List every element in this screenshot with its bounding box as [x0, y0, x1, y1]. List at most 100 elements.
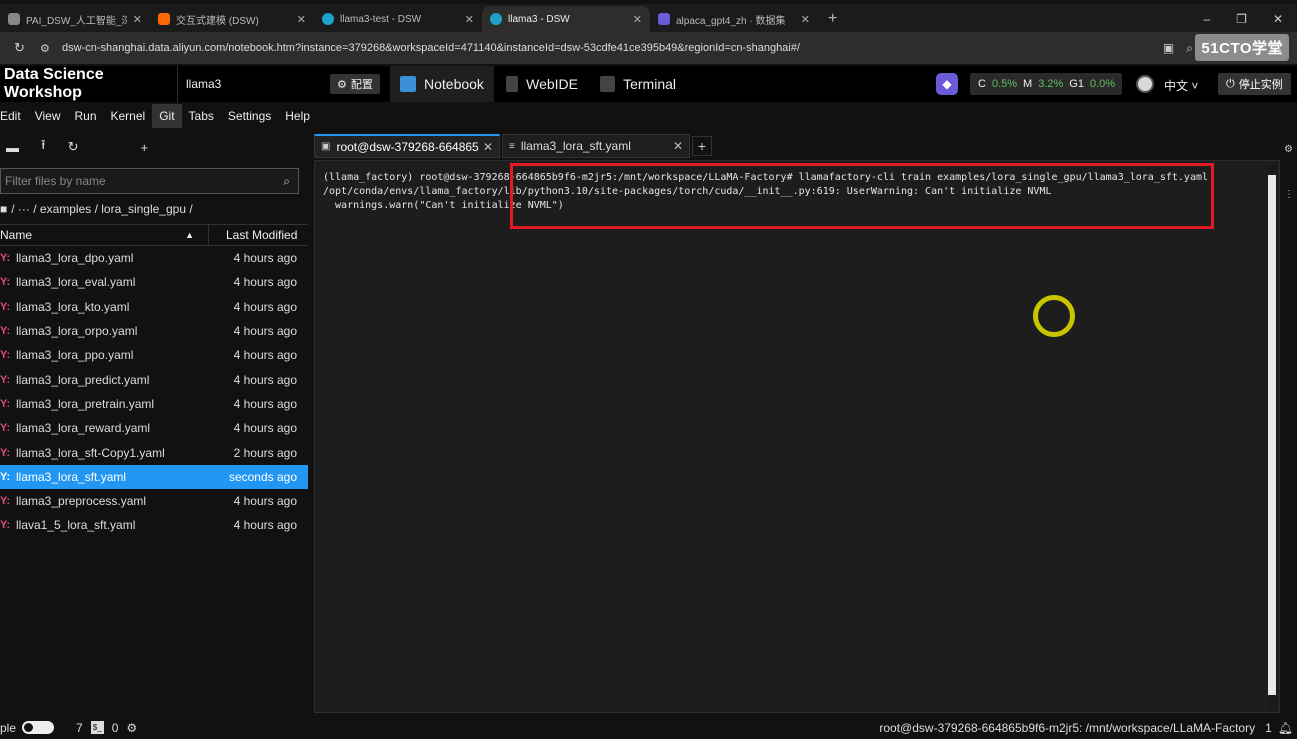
tab-favicon-icon: [158, 13, 170, 25]
tab-terminal-session[interactable]: ▣ root@dsw-379268-664865b9 ✕: [314, 134, 500, 158]
tab-notebook[interactable]: Notebook: [390, 66, 494, 102]
file-modified: 4 hours ago: [233, 518, 297, 533]
file-modified: 4 hours ago: [233, 275, 297, 290]
restore-icon[interactable]: ❐: [1236, 12, 1247, 26]
scrollbar-thumb[interactable]: [1268, 175, 1276, 695]
close-icon[interactable]: ✕: [801, 13, 810, 26]
config-label: 配置: [350, 79, 373, 91]
new-folder-icon[interactable]: ▬: [6, 140, 19, 155]
menu-view[interactable]: View: [28, 104, 68, 128]
add-tab-button[interactable]: +: [692, 136, 712, 156]
kernel-count: 7: [76, 720, 83, 735]
close-icon[interactable]: ✕: [483, 140, 493, 154]
column-name[interactable]: Name ▲: [0, 224, 209, 246]
file-modified: 4 hours ago: [233, 396, 297, 411]
stop-instance-button[interactable]: ⏻ 停止实例: [1218, 73, 1291, 95]
notebook-icon: [400, 76, 416, 92]
property-inspector-icon[interactable]: ⚙: [1284, 144, 1297, 155]
folder-icon: ■: [0, 202, 8, 216]
reload-icon[interactable]: ↻: [14, 40, 34, 56]
instance-name: llama3: [186, 77, 222, 91]
close-icon[interactable]: ✕: [133, 13, 142, 26]
clipboard-icon[interactable]: ▣: [1163, 41, 1174, 56]
terminal-output[interactable]: (llama_factory) root@dsw-379268-664865b9…: [314, 160, 1280, 713]
dsw-header: Data Science Workshop llama3 ⚙ 配置 Notebo…: [0, 66, 1297, 102]
refresh-icon[interactable]: ↻: [68, 139, 79, 155]
cpu-label: C: [978, 78, 986, 90]
file-row[interactable]: Y: llama3_lora_kto.yaml 4 hours ago: [0, 295, 308, 319]
close-icon[interactable]: ✕: [633, 13, 642, 26]
menu-help[interactable]: Help: [278, 104, 317, 128]
close-window-icon[interactable]: ✕: [1273, 12, 1283, 26]
file-row[interactable]: Y: llama3_lora_ppo.yaml 4 hours ago: [0, 343, 308, 367]
browser-tab[interactable]: PAI_DSW_人工智能_深度学习_ ✕: [0, 6, 150, 32]
file-name: llama3_lora_eval.yaml: [16, 275, 136, 290]
browser-tab[interactable]: alpaca_gpt4_zh · 数据集 ✕: [650, 6, 818, 32]
breadcrumb[interactable]: ■ / ··· / examples / lora_single_gpu /: [0, 194, 308, 224]
column-modified[interactable]: Last Modified: [209, 228, 297, 242]
browser-tab-active[interactable]: llama3 - DSW ✕: [482, 6, 650, 32]
file-row[interactable]: Y: llama3_lora_pretrain.yaml 4 hours ago: [0, 392, 308, 416]
browser-tab[interactable]: llama3-test - DSW ✕: [314, 6, 482, 32]
file-name: llama3_preprocess.yaml: [16, 494, 147, 509]
menu-tabs[interactable]: Tabs: [182, 104, 221, 128]
yaml-file-icon: Y:: [0, 495, 11, 508]
file-toolbar: ▬ ⭱ ↻ +: [0, 130, 308, 164]
resource-usage: C 0.5% M 3.2% G1 0.0%: [970, 73, 1122, 95]
gpu-value: 0.0%: [1089, 78, 1116, 90]
gear-icon[interactable]: ⚙: [126, 721, 137, 735]
menu-kernel[interactable]: Kernel: [104, 104, 153, 128]
new-launcher-icon[interactable]: +: [140, 140, 148, 155]
menu-edit[interactable]: Edit: [0, 104, 28, 128]
file-row[interactable]: Y: llama3_lora_dpo.yaml 4 hours ago: [0, 246, 308, 270]
new-tab-button[interactable]: +: [818, 10, 847, 32]
minimize-icon[interactable]: –: [1203, 12, 1210, 26]
file-row[interactable]: Y: llava1_5_lora_sft.yaml 4 hours ago: [0, 513, 308, 537]
menu-run[interactable]: Run: [67, 104, 103, 128]
upload-icon[interactable]: ⭱: [41, 136, 46, 158]
file-row[interactable]: Y: llama3_lora_sft.yaml seconds ago: [0, 464, 308, 489]
bell-icon[interactable]: 🔔︎: [1278, 721, 1297, 735]
tab-yaml-file[interactable]: ≡ llama3_lora_sft.yaml ✕: [502, 134, 690, 158]
close-icon[interactable]: ✕: [297, 13, 306, 26]
gpu-label: G1: [1069, 78, 1084, 90]
file-row[interactable]: Y: llama3_preprocess.yaml 4 hours ago: [0, 489, 308, 513]
mem-label: M: [1023, 78, 1033, 90]
window-controls: – ❐ ✕: [1189, 12, 1297, 32]
zoom-icon[interactable]: ⌕: [1186, 41, 1193, 56]
file-modified: 4 hours ago: [233, 251, 297, 266]
debugger-icon[interactable]: ⋮: [1284, 189, 1297, 200]
file-name: llama3_lora_dpo.yaml: [16, 251, 134, 266]
simple-mode-toggle[interactable]: [22, 721, 55, 734]
tab-notebook-label: Notebook: [424, 76, 484, 92]
assistant-icon[interactable]: ◆: [936, 73, 958, 95]
close-icon[interactable]: ✕: [673, 139, 683, 153]
site-info-icon[interactable]: ⚙: [40, 42, 62, 55]
scrollbar[interactable]: [1267, 163, 1277, 711]
file-row[interactable]: Y: llama3_lora_predict.yaml 4 hours ago: [0, 367, 308, 391]
close-icon[interactable]: ✕: [465, 13, 474, 26]
yaml-file-icon: Y:: [0, 252, 11, 265]
yaml-file-icon: Y:: [0, 325, 11, 338]
yaml-file-icon: Y:: [0, 470, 11, 483]
url-field[interactable]: dsw-cn-shanghai.data.aliyun.com/notebook…: [62, 42, 800, 54]
file-row[interactable]: Y: llama3_lora_sft-Copy1.yaml 2 hours ago: [0, 440, 308, 464]
status-path: root@dsw-379268-664865b9f6-m2jr5: /mnt/w…: [879, 720, 1256, 735]
tab-webide[interactable]: WebIDE: [496, 66, 588, 102]
cpu-value: 0.5%: [991, 78, 1018, 90]
file-browser: ▬ ⭱ ↻ + Filter files by name ⌕ ■ / ··· /…: [0, 130, 308, 716]
avatar[interactable]: [1136, 75, 1154, 93]
tab-terminal-label: Terminal: [623, 76, 676, 92]
file-row[interactable]: Y: llama3_lora_reward.yaml 4 hours ago: [0, 416, 308, 440]
file-modified: 4 hours ago: [233, 494, 297, 509]
menu-git[interactable]: Git: [152, 104, 182, 128]
filter-files-input[interactable]: Filter files by name ⌕: [0, 168, 299, 194]
menu-settings[interactable]: Settings: [221, 104, 278, 128]
language-selector[interactable]: 中文 ˅: [1164, 77, 1198, 94]
tab-terminal[interactable]: Terminal: [590, 66, 686, 102]
browser-tab[interactable]: 交互式建模 (DSW) ✕: [150, 6, 314, 32]
file-row[interactable]: Y: llama3_lora_orpo.yaml 4 hours ago: [0, 319, 308, 343]
file-modified: 2 hours ago: [233, 445, 297, 460]
config-button[interactable]: ⚙ 配置: [330, 74, 380, 94]
file-row[interactable]: Y: llama3_lora_eval.yaml 4 hours ago: [0, 270, 308, 294]
